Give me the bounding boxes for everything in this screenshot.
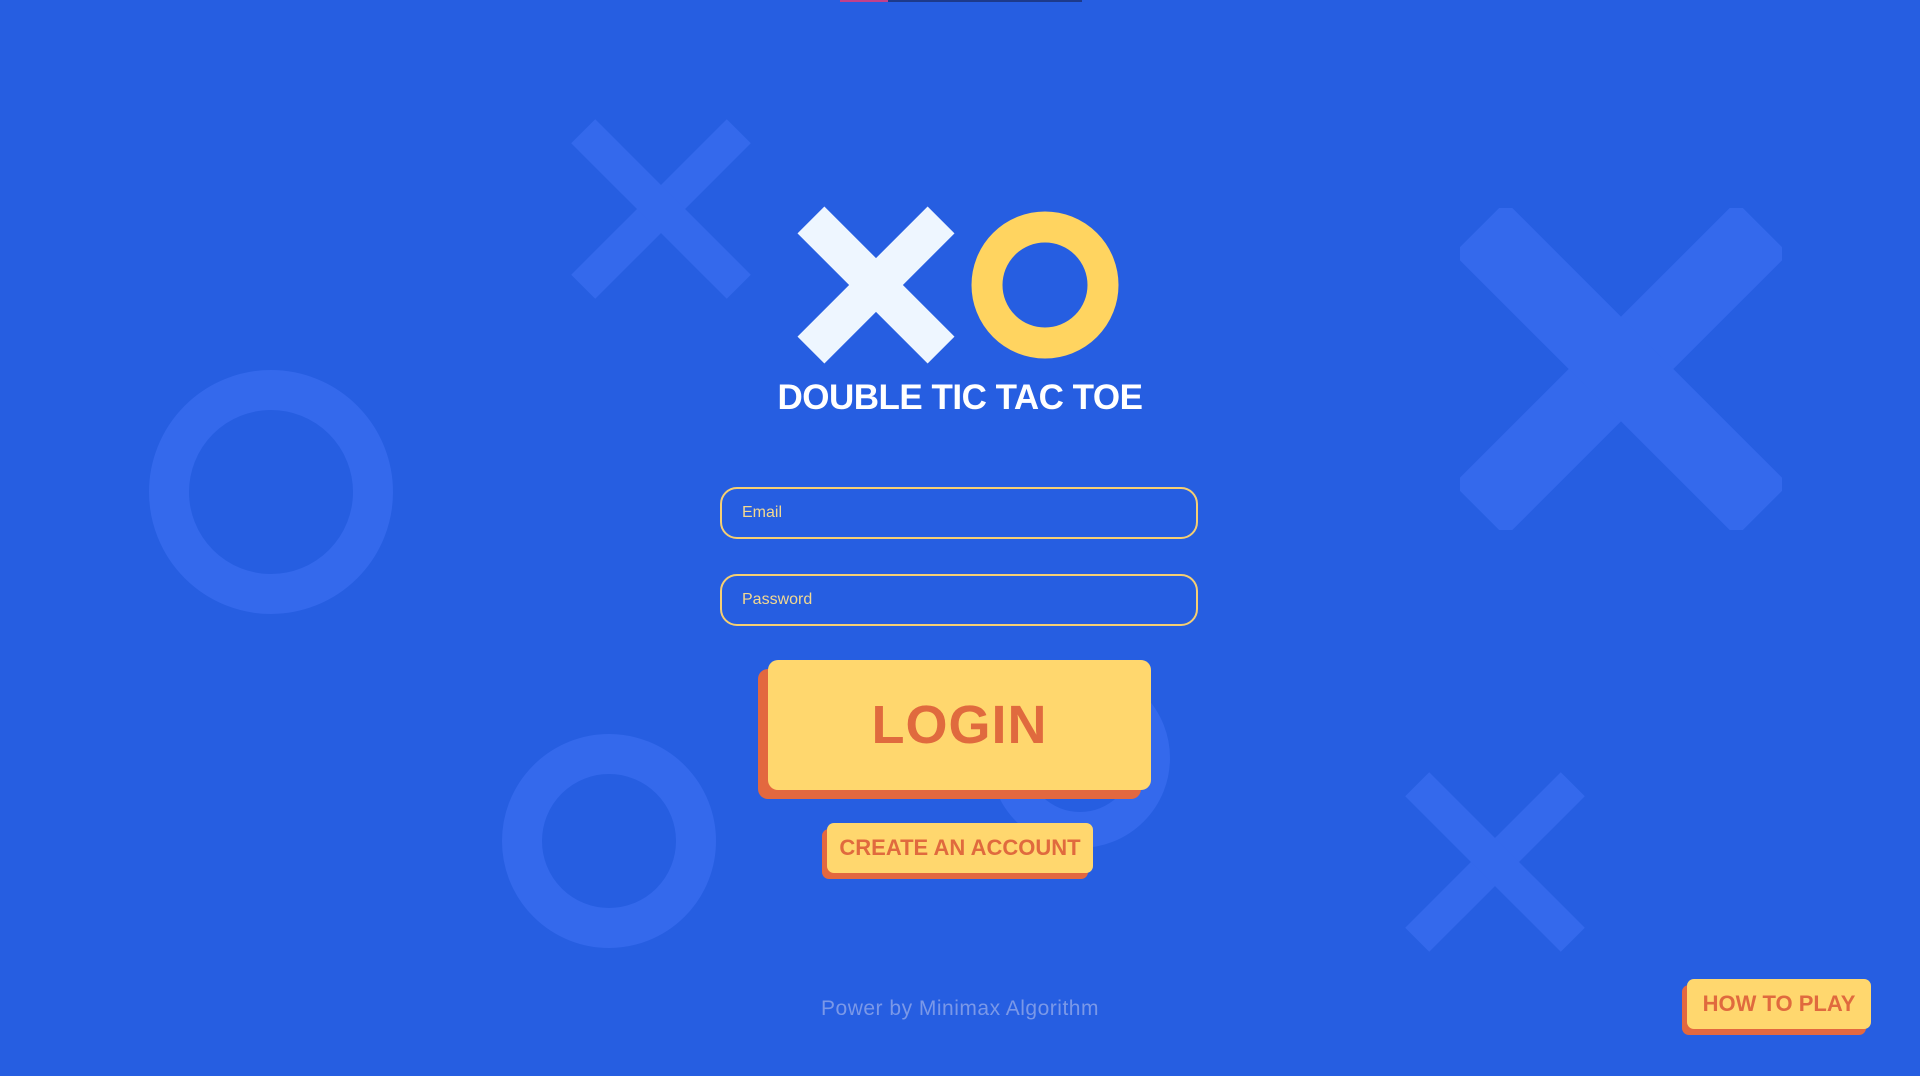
top-progress-strip — [840, 0, 1082, 2]
decor-o-icon — [502, 734, 716, 948]
login-button[interactable]: LOGIN — [768, 660, 1151, 790]
app-title: DOUBLE TIC TAC TOE — [777, 378, 1143, 417]
top-strip-track — [888, 0, 1082, 2]
top-strip-accent — [840, 0, 888, 2]
decor-x-icon — [571, 119, 751, 299]
password-field[interactable] — [720, 574, 1198, 626]
how-to-play-button[interactable]: HOW TO PLAY — [1687, 979, 1871, 1029]
decor-o-icon — [149, 370, 393, 614]
decor-x-icon — [1460, 208, 1782, 530]
logo-x-icon — [797, 206, 955, 364]
footer-credit: Power by Minimax Algorithm — [821, 997, 1099, 1020]
login-screen: DOUBLE TIC TAC TOE LOGIN CREATE AN ACCOU… — [0, 0, 1920, 1076]
decor-x-icon — [1405, 772, 1585, 952]
logo-o-icon — [971, 211, 1119, 359]
email-field[interactable] — [720, 487, 1198, 539]
create-account-button[interactable]: CREATE AN ACCOUNT — [827, 823, 1093, 873]
